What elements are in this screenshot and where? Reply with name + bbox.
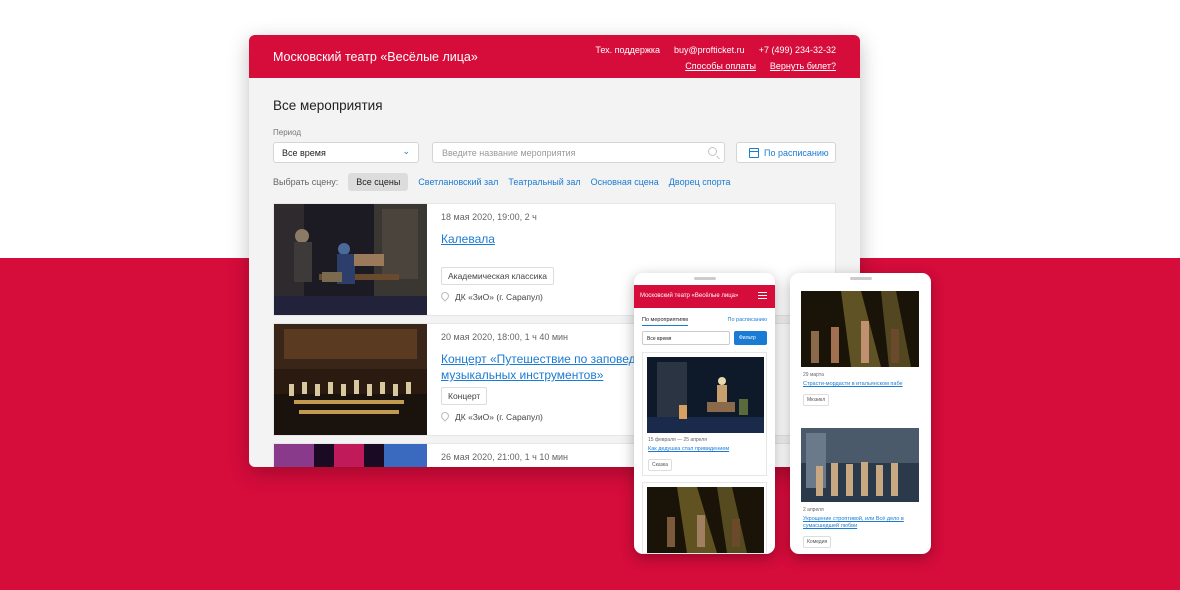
speaker-notch (849, 277, 872, 280)
mobile-event-card: 2 апреля Укрощение строптивой, или Всё д… (798, 428, 923, 552)
mobile-event-title[interactable]: Укрощение строптивой, или Всё дело в сум… (798, 513, 923, 530)
mobile-genre-tag: Комедия (803, 536, 832, 548)
event-date: 18 мая 2020, 19:00, 2 ч (441, 212, 537, 222)
search-placeholder: Введите название мероприятия (442, 148, 576, 158)
event-photo[interactable] (801, 428, 919, 502)
search-icon (708, 147, 717, 156)
mobile-event-date: 29 марта (803, 372, 824, 378)
refund-ticket-link[interactable]: Вернуть билет? (770, 61, 836, 71)
mobile-genre-tag: Сказка (648, 459, 673, 471)
mobile-mockup-list: Московский театр «Весёлые лица» По мероп… (634, 273, 775, 554)
scene-filter: Выбрать сцену: Все сцены Светлановский з… (273, 173, 730, 191)
speaker-notch (693, 277, 716, 280)
event-photo[interactable] (274, 444, 427, 467)
mobile-period-select[interactable]: Все время (642, 331, 730, 345)
mobile-mockup-grid: 29 марта Страсти-мордасти в итальянском … (790, 273, 931, 554)
mobile-event-card: 15 февраля — 25 апреля Как дедушка стал … (642, 352, 767, 476)
event-photo[interactable] (801, 291, 919, 367)
email-link[interactable]: buy@profticket.ru (674, 45, 745, 55)
calendar-icon (749, 148, 759, 158)
event-date: 20 мая 2020, 18:00, 1 ч 40 мин (441, 332, 569, 342)
period-select-value: Все время (282, 148, 326, 158)
event-venue: ДК «ЗиО» (г. Сарапул) (439, 290, 543, 302)
location-pin-icon (439, 410, 451, 422)
schedule-button[interactable]: По расписанию (736, 142, 836, 163)
event-photo[interactable] (647, 357, 764, 433)
location-pin-icon (439, 290, 451, 302)
mobile-theater-title: Московский театр «Весёлые лица» (640, 293, 739, 299)
header-links: Способы оплаты Вернуть билет? (685, 61, 836, 71)
genre-tag: Академическая классика (441, 267, 554, 285)
mobile-tabs: По мероприятиям По расписанию (642, 317, 767, 326)
scene-filter-label: Выбрать сцену: (273, 177, 339, 187)
scene-link-svetlanovsky[interactable]: Светлановский зал (418, 177, 498, 187)
mobile-event-title[interactable]: Страсти-мордасти в итальянском пабе (798, 378, 923, 388)
filter-button-label: Фильтр (739, 335, 756, 341)
payment-methods-link[interactable]: Способы оплаты (685, 61, 756, 71)
theater-title: Московский театр «Весёлые лица» (273, 50, 478, 64)
tab-by-schedule[interactable]: По расписанию (727, 317, 767, 326)
mobile-event-card (642, 482, 767, 554)
scene-chip-all[interactable]: Все сцены (348, 173, 409, 191)
page-title: Все мероприятия (273, 98, 383, 113)
scene-link-theatre-hall[interactable]: Театральный зал (508, 177, 580, 187)
period-label: Период (273, 128, 302, 137)
event-photo[interactable] (274, 324, 427, 435)
mobile-filter-button[interactable]: Фильтр (734, 331, 767, 345)
mobile-genre-tag: Мюзикл (803, 394, 830, 406)
event-date: 26 мая 2020, 21:00, 1 ч 10 мин (441, 452, 569, 462)
genre-tag: Концерт (441, 387, 488, 405)
scene-link-sports-palace[interactable]: Дворец спорта (669, 177, 731, 187)
venue-name: ДК «ЗиО» (г. Сарапул) (455, 292, 543, 302)
mobile-event-title[interactable]: Как дедушка стал привидением (643, 443, 766, 453)
schedule-button-label: По расписанию (764, 148, 829, 158)
menu-icon[interactable] (758, 292, 767, 299)
scene-link-main-stage[interactable]: Основная сцена (591, 177, 659, 187)
desktop-header: Московский театр «Весёлые лица» Тех. под… (249, 35, 860, 78)
period-select[interactable]: Все время ⌄ (273, 142, 419, 163)
header-contacts: Тех. поддержка buy@profticket.ru +7 (499… (595, 45, 836, 55)
event-photo[interactable] (647, 487, 764, 553)
support-link[interactable]: Тех. поддержка (595, 45, 660, 55)
mobile-period-value: Все время (647, 336, 672, 342)
phone-link[interactable]: +7 (499) 234-32-32 (759, 45, 836, 55)
event-venue: ДК «ЗиО» (г. Сарапул) (439, 410, 543, 422)
mobile-header: Московский театр «Весёлые лица» (634, 285, 775, 308)
event-search-input[interactable]: Введите название мероприятия (432, 142, 725, 163)
mobile-event-date: 2 апреля (803, 507, 824, 513)
venue-name: ДК «ЗиО» (г. Сарапул) (455, 412, 543, 422)
event-photo[interactable] (274, 204, 427, 315)
mobile-event-card: 29 марта Страсти-мордасти в итальянском … (798, 291, 923, 410)
tab-by-events[interactable]: По мероприятиям (642, 317, 688, 326)
chevron-down-icon: ⌄ (402, 146, 410, 156)
event-title-link[interactable]: Калевала (441, 231, 821, 247)
